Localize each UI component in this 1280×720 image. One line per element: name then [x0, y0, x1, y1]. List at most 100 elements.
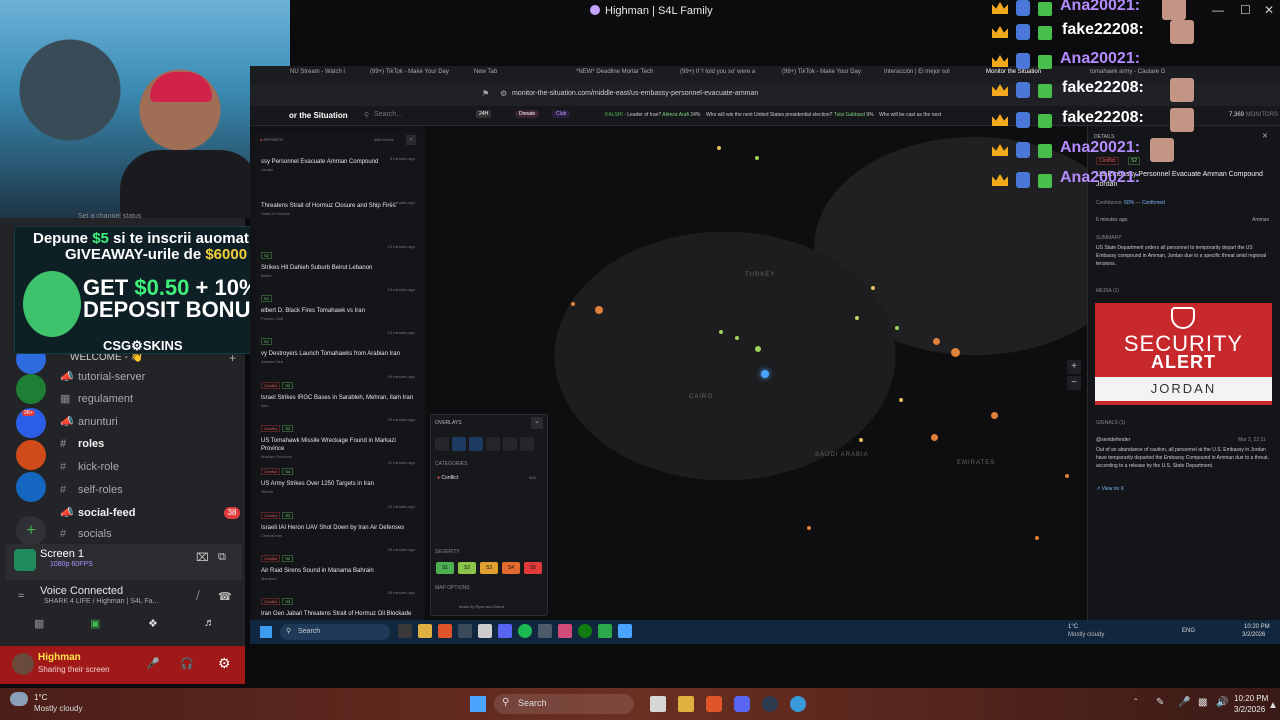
weather-desc[interactable]: Mostly cloudy: [1068, 632, 1104, 638]
map-marker[interactable]: [1035, 536, 1039, 540]
taskbar-search[interactable]: Search: [298, 628, 320, 635]
map-marker[interactable]: [859, 438, 863, 442]
app-icon[interactable]: [790, 696, 806, 712]
server-icon[interactable]: [16, 440, 46, 470]
map-marker[interactable]: [571, 302, 575, 306]
mic-icon[interactable]: 🎤: [1178, 697, 1190, 708]
minimize-icon[interactable]: —: [1212, 3, 1224, 17]
app-icon[interactable]: [598, 624, 612, 638]
start-icon[interactable]: [470, 696, 486, 712]
activities-icon[interactable]: ❖: [148, 617, 158, 630]
url-text[interactable]: monitor-the-situation.com/middle-east/us…: [512, 90, 758, 97]
disconnect-icon[interactable]: ☎: [218, 590, 232, 603]
map-marker[interactable]: [933, 338, 940, 345]
report-item[interactable]: Conflict S2 19 minutes ago Israel Strikes I…: [261, 374, 419, 408]
server-icon[interactable]: [16, 374, 46, 404]
app-icon[interactable]: [762, 696, 778, 712]
app-icon[interactable]: [498, 624, 512, 638]
mic-icon[interactable]: 🎤: [146, 657, 160, 670]
report-item[interactable]: Conflict S2 20 minutes ago US Tomahawk Miss…: [261, 417, 419, 459]
site-info-icon[interactable]: ⚙: [500, 89, 507, 98]
app-icon[interactable]: [706, 696, 722, 712]
volume-icon[interactable]: 🔊: [1216, 697, 1228, 708]
overlay-toggle[interactable]: [503, 437, 517, 451]
view-on-x-link[interactable]: ↗ View on X: [1096, 486, 1124, 492]
app-icon[interactable]: [734, 696, 750, 712]
channel-tutorial-server[interactable]: 📣 tutorial-server: [60, 370, 145, 390]
map-marker[interactable]: [807, 526, 811, 530]
zoom-out-button[interactable]: −: [1067, 376, 1081, 390]
weather-desc[interactable]: Mostly cloudy: [34, 704, 82, 713]
map-marker[interactable]: [755, 156, 759, 160]
channel-roles[interactable]: # roles: [60, 438, 104, 458]
map-marker-selected[interactable]: [761, 370, 769, 378]
popout-icon[interactable]: ⧉: [218, 551, 226, 564]
map-marker[interactable]: [899, 398, 903, 402]
overlay-toggle[interactable]: [435, 437, 449, 451]
report-item[interactable]: S2 13 minutes ago elbert D. Black Fires To…: [261, 287, 419, 321]
noise-suppression-icon[interactable]: ⧸: [196, 590, 200, 603]
app-icon[interactable]: [618, 624, 632, 638]
map-marker[interactable]: [717, 146, 721, 150]
signal-user[interactable]: @sentdefender: [1096, 437, 1130, 443]
channel-social-feed[interactable]: 📣 social-feed: [60, 506, 135, 526]
avatar[interactable]: [12, 653, 34, 675]
voice-channel[interactable]: SHARK 4 LIFE / Highman | S4L Fa...: [44, 598, 158, 605]
time-range-button[interactable]: 24H: [476, 110, 492, 118]
overlay-toggle[interactable]: [486, 437, 500, 451]
app-icon[interactable]: [418, 624, 432, 638]
report-item[interactable]: Conflict S3 28 minutes ago Iran Gen Jabari …: [261, 590, 419, 618]
app-icon[interactable]: [650, 696, 666, 712]
app-icon[interactable]: [578, 624, 592, 638]
overlay-toggle[interactable]: [469, 437, 483, 451]
casino-ad-banner[interactable]: Depune $5 si te inscrii auomat la GIVEAW…: [14, 226, 278, 354]
tab[interactable]: Interacción | El mejor sol: [884, 69, 950, 75]
severity-s3-button[interactable]: S3: [480, 562, 498, 574]
app-icon[interactable]: [478, 624, 492, 638]
map-marker[interactable]: [1065, 474, 1069, 478]
network-icon[interactable]: ▩: [1198, 697, 1207, 708]
taskbar-search-box[interactable]: [280, 624, 390, 640]
overlay-toggle[interactable]: [520, 437, 534, 451]
add-server-icon[interactable]: +: [16, 516, 46, 546]
ticker[interactable]: KALSHI · Leader of Iran? Alireza Arafi 2…: [605, 112, 941, 118]
tab[interactable]: *NEW* Deadline Mortar Tech: [576, 69, 653, 75]
report-item[interactable]: Conflict S2 26 minutes ago Air Raid Sirens …: [261, 547, 419, 581]
app-icon[interactable]: [518, 624, 532, 638]
club-button[interactable]: Club: [552, 110, 571, 118]
category-conflict[interactable]: ● Conflict: [437, 475, 458, 481]
app-icon[interactable]: [538, 624, 552, 638]
map-marker[interactable]: [595, 306, 603, 314]
search-icon[interactable]: ⚲: [364, 111, 369, 119]
map-marker[interactable]: [719, 330, 723, 334]
headphones-icon[interactable]: 🎧: [180, 657, 194, 670]
map-marker[interactable]: [735, 336, 739, 340]
collapse-icon[interactable]: ⌄: [531, 417, 543, 429]
channel-self-roles[interactable]: # self-roles: [60, 484, 123, 504]
report-item[interactable]: Conflict S2 23 minutes ago Israeli IAI Hero…: [261, 504, 419, 538]
donate-button[interactable]: Donate: [515, 110, 540, 118]
tab[interactable]: (99+) TikTok - Make Your Day: [370, 69, 449, 75]
report-item[interactable]: S2 10 minutes ago Strikes Hit Dahieh Subur…: [261, 244, 419, 278]
map-marker[interactable]: [855, 316, 859, 320]
notification-icon[interactable]: ▲: [1268, 700, 1278, 711]
clock-date[interactable]: 3/2/2026: [1242, 632, 1265, 638]
report-item[interactable]: Conflict S4 21 minutes ago US Army Strikes …: [261, 460, 419, 494]
channel-anunturi[interactable]: 📣 anunturi: [60, 415, 118, 435]
report-item[interactable]: S2 15 minutes ago vy Destroyers Launch Tom…: [261, 330, 419, 364]
weather-temp[interactable]: 1°C: [1068, 624, 1078, 630]
report-item[interactable]: 8 minutes ago Threatens Strait of Hormuz …: [261, 200, 419, 216]
weather-temp[interactable]: 1°C: [34, 693, 47, 702]
taskbar-search[interactable]: Search: [518, 698, 547, 708]
map-marker[interactable]: [755, 346, 761, 352]
severity-s2-button[interactable]: S2: [458, 562, 476, 574]
close-icon[interactable]: ✕: [1264, 3, 1274, 17]
severity-s4-button[interactable]: S4: [502, 562, 520, 574]
security-alert-image[interactable]: SECURITY ALERT JORDAN: [1095, 303, 1272, 405]
camera-off-icon[interactable]: ▩: [34, 617, 44, 630]
server-icon[interactable]: [16, 472, 46, 502]
app-icon[interactable]: [678, 696, 694, 712]
overlay-toggle[interactable]: [452, 437, 466, 451]
report-item[interactable]: 6 minutes ago ssy Personnel Evacuate Amma…: [261, 156, 419, 172]
channel-status[interactable]: Set a channel status: [78, 213, 141, 220]
